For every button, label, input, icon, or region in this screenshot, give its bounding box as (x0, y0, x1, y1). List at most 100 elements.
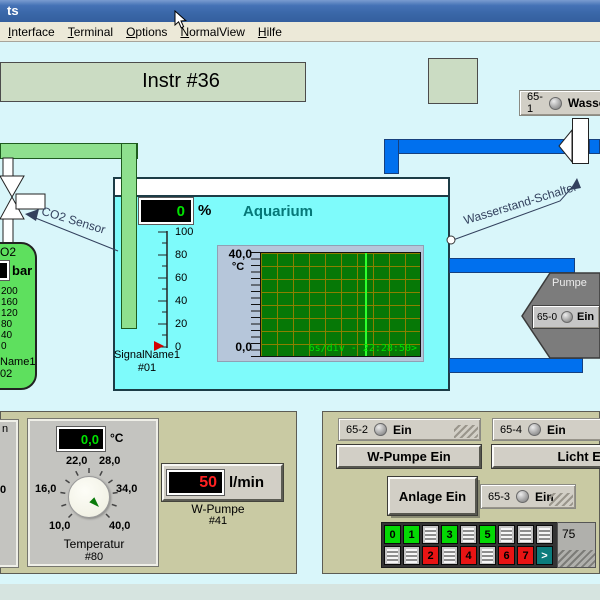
co2-valve-stem-top (2, 157, 14, 178)
pump-label: Pumpe (552, 277, 587, 289)
partial-instrument-panel: n ,0 (0, 419, 19, 568)
wasserstand-annotation: Wasserstand-Schalter (462, 179, 579, 228)
valve-65-1-button[interactable]: 65-1 Wasse (519, 90, 600, 116)
io-button-7-bottom[interactable]: 7 (517, 546, 534, 565)
knob-scale-label: 28,0 (99, 455, 121, 467)
instrument-banner: Instr #36 (0, 62, 306, 102)
io-column-3: 3 (441, 525, 458, 565)
io-column-4: 4 (460, 525, 477, 565)
menu-label: nterface (11, 24, 55, 39)
licht-ein-button[interactable]: Licht Ein (492, 445, 600, 468)
io-button-2-bottom[interactable]: 2 (422, 546, 439, 565)
level-signal-id: #01 (137, 362, 157, 374)
co2-sensor-arrowhead (25, 209, 39, 221)
aquarium-title: Aquarium (243, 203, 314, 220)
chart-ymin-label: 0,0 (235, 340, 252, 354)
led-indicator-icon (374, 423, 388, 436)
valve-65-1-label: Wasse (567, 96, 600, 110)
io-button-8-top[interactable] (536, 525, 553, 544)
wpumpe-id: #41 (208, 515, 228, 527)
io-column-0: 0 (384, 525, 401, 565)
level-scale-label: 60 (175, 272, 188, 284)
led-indicator-icon (528, 423, 542, 436)
io-button-7-top[interactable] (517, 525, 534, 544)
led-indicator-icon (561, 311, 574, 323)
led-indicator-icon (516, 490, 530, 503)
led-65-4-button[interactable]: 65-4 Ein (492, 418, 600, 441)
led-65-3-button[interactable]: 65-3 Ein (480, 484, 576, 509)
temperatur-id: #80 (84, 551, 104, 563)
anlage-ein-button[interactable]: Anlage Ein (388, 477, 477, 515)
io-button-4-top[interactable] (460, 525, 477, 544)
io-button-4-bottom[interactable]: 4 (460, 546, 477, 565)
led-65-2-state: Ein (393, 422, 412, 437)
menu-item-normalview[interactable]: NormalView (180, 25, 244, 39)
io-button-5-bottom[interactable] (479, 546, 496, 565)
bottle-scale-label: 40 (1, 330, 13, 341)
temperatur-label: Temperatur (63, 537, 125, 551)
knob-scale-label: 16,0 (35, 483, 57, 495)
partial-panel-text: n (2, 423, 9, 435)
led-65-2-button[interactable]: 65-2 Ein (338, 418, 481, 441)
co2-valve-handle (15, 193, 46, 210)
bottle-signal-id: 02 (0, 368, 13, 380)
io-column-7: 7 (517, 525, 534, 565)
temperatur-unit: °C (110, 431, 124, 445)
led-65-4-id: 65-4 (500, 423, 523, 436)
window-title: ts (7, 3, 19, 18)
led-65-4-state: Ein (547, 422, 566, 437)
menu-label: erminal (73, 24, 114, 39)
menu-item-interface[interactable]: Interface (8, 25, 55, 39)
io-column-6: 6 (498, 525, 515, 565)
level-display: 0 (138, 197, 194, 225)
io-column-2: 2 (422, 525, 439, 565)
io-button-3-bottom[interactable] (441, 546, 458, 565)
led-indicator-icon (548, 96, 562, 110)
water-valve-body (572, 118, 589, 164)
menu-label: ilfe (266, 24, 282, 39)
level-scale-label: 80 (175, 249, 188, 261)
io-button-2-top[interactable] (422, 525, 439, 544)
co2-valve-stem-bottom (2, 218, 14, 245)
menu-bar: Interface Terminal Options NormalView Hi… (0, 22, 600, 42)
pump-65-0-state: Ein (577, 311, 595, 323)
co2-pipe-vertical (121, 143, 137, 329)
io-button-5-top[interactable]: 5 (479, 525, 496, 544)
menu-accel: H (257, 24, 267, 39)
co2-pressure-display (0, 260, 10, 281)
io-button-3-top[interactable]: 3 (441, 525, 458, 544)
window-titlebar: ts (0, 0, 600, 22)
io-button-0-bottom[interactable] (384, 546, 401, 565)
pump-65-0-button[interactable]: 65-0 Ein (532, 305, 600, 329)
menu-item-terminal[interactable]: Terminal (68, 25, 113, 39)
io-column-8: > (536, 525, 553, 565)
instrument-title: Instr #36 (142, 70, 220, 92)
io-button-1-bottom[interactable] (403, 546, 420, 565)
co2-bottle-name: O2 (0, 245, 17, 259)
pump-pipe-top (449, 258, 575, 273)
bottom-strip (0, 584, 600, 600)
knob-scale-label: 34,0 (116, 483, 138, 495)
wpumpe-ein-button[interactable]: W-Pumpe Ein (337, 445, 481, 468)
temperatur-knob[interactable] (68, 476, 110, 518)
io-button-6-top[interactable] (498, 525, 515, 544)
io-button-1-top[interactable]: 1 (403, 525, 420, 544)
io-button-6-bottom[interactable]: 6 (498, 546, 515, 565)
mouse-cursor (174, 10, 188, 29)
io-button-8-bottom[interactable]: > (536, 546, 553, 565)
io-value-box: 75 (557, 522, 596, 568)
menu-label: ormalView (189, 24, 245, 39)
co2-valve-body-top (0, 175, 25, 199)
knob-scale-label: 10,0 (49, 520, 71, 532)
io-button-0-top[interactable]: 0 (384, 525, 401, 544)
wpumpe-flow-unit: l/min (229, 474, 265, 491)
water-pipe-stub (589, 139, 600, 154)
pump-pipe-bottom (449, 358, 583, 373)
menu-item-options[interactable]: Options (126, 25, 167, 39)
co2-pressure-unit: bar (12, 263, 33, 278)
knob-scale-label: 22,0 (66, 455, 88, 467)
menu-item-hilfe[interactable]: Hilfe (258, 25, 282, 39)
co2-sensor-annotation: CO2 Sensor (39, 204, 108, 237)
chart-plot-area: 6s/div - 22:28:50> (260, 252, 421, 357)
chart-time-cursor (365, 253, 367, 356)
